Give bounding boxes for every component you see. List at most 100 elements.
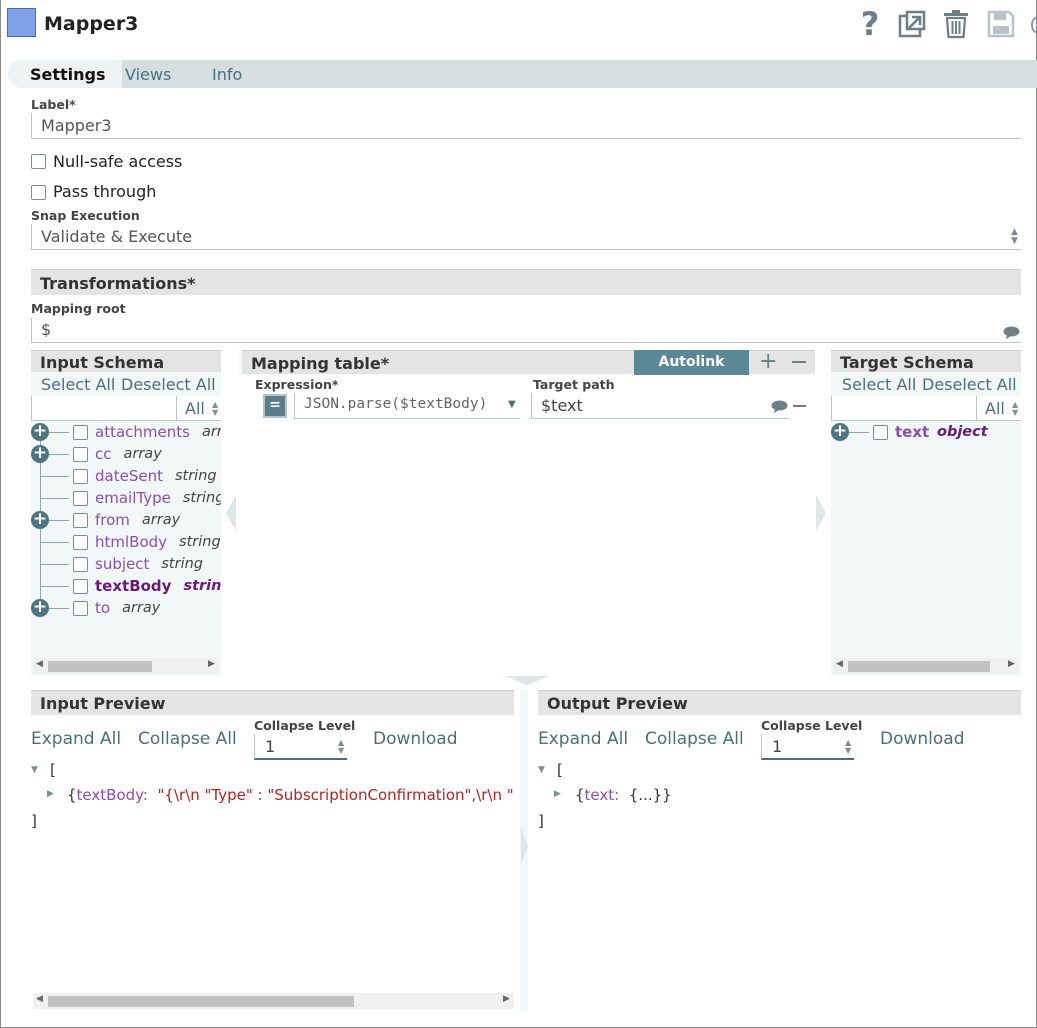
target-schema-search[interactable]: [831, 396, 976, 421]
schema-field-type: string: [174, 468, 217, 484]
remove-row-icon[interactable]: [792, 361, 806, 363]
input-deselect-all[interactable]: Deselect All: [121, 375, 216, 394]
field-checkbox[interactable]: [73, 513, 88, 528]
expression-toggle-button[interactable]: =: [263, 394, 287, 418]
splitter-right-icon[interactable]: [521, 828, 528, 864]
tab-views[interactable]: Views: [125, 60, 171, 88]
mapping-root-value: $: [41, 320, 52, 339]
input-filter-value: All: [185, 399, 205, 418]
input-schema-scrollbar[interactable]: ◀ ▶: [33, 658, 219, 674]
mapping-root-label: Mapping root: [31, 301, 126, 316]
input-schema-filter[interactable]: All ▲ ▼: [176, 396, 221, 421]
input-collapse-level-input[interactable]: 1 ▲ ▼: [254, 734, 347, 760]
input-schema-header: Input Schema: [31, 350, 221, 372]
stepper-icon[interactable]: ▲ ▼: [845, 739, 851, 755]
collapse-right-icon[interactable]: [816, 495, 826, 531]
input-preview-row: {textBody: "{\r\n "Type" : "Subscription…: [67, 786, 515, 804]
target-schema-scrollbar[interactable]: ◀ ▶: [833, 658, 1019, 674]
target-path-label: Target path: [533, 377, 615, 392]
field-checkbox[interactable]: [73, 557, 88, 572]
field-checkbox[interactable]: [73, 491, 88, 506]
output-download[interactable]: Download: [880, 729, 965, 749]
input-download[interactable]: Download: [373, 729, 458, 749]
collapse-triangle-icon[interactable]: ▼: [538, 765, 545, 775]
input-schema-search[interactable]: [31, 396, 176, 421]
input-collapse-all[interactable]: Collapse All: [138, 729, 237, 749]
expand-triangle-icon[interactable]: ▶: [554, 789, 561, 799]
schema-field-type: array: [122, 600, 161, 616]
schema-field-type: array: [123, 446, 162, 462]
expand-node-icon[interactable]: +: [31, 445, 49, 463]
field-checkbox[interactable]: [73, 469, 88, 484]
target-field-checkbox[interactable]: [873, 425, 888, 440]
schema-field-name[interactable]: from: [95, 511, 130, 529]
label-input[interactable]: [31, 113, 1021, 139]
output-row-key: text:: [584, 786, 620, 804]
schema-field-name[interactable]: htmlBody: [95, 533, 167, 551]
target-field-name[interactable]: text: [895, 423, 929, 441]
tab-info[interactable]: Info: [212, 60, 242, 88]
more-icon[interactable]: [1031, 17, 1037, 33]
schema-field-name[interactable]: subject: [95, 555, 149, 573]
pass-through-checkbox[interactable]: [31, 185, 46, 200]
target-select-all[interactable]: Select All: [842, 375, 916, 394]
input-expand-all[interactable]: Expand All: [31, 729, 121, 749]
schema-field-name[interactable]: attachments: [95, 423, 190, 441]
target-field-type: object: [937, 424, 988, 440]
input-select-all[interactable]: Select All: [41, 375, 115, 394]
schema-field-name[interactable]: emailType: [95, 489, 171, 507]
comment-icon[interactable]: [1003, 324, 1020, 343]
expression-input[interactable]: JSON.parse($textBody) ▼: [294, 393, 520, 419]
field-checkbox[interactable]: [73, 601, 88, 616]
expand-node-icon[interactable]: +: [31, 423, 49, 441]
output-collapse-level-value: 1: [772, 737, 783, 756]
schema-field-type: string: [183, 578, 221, 594]
input-open-bracket: [: [50, 761, 56, 779]
field-checkbox[interactable]: [73, 579, 88, 594]
save-icon[interactable]: [984, 6, 1018, 42]
collapse-triangle-icon[interactable]: ▼: [31, 765, 38, 775]
schema-field-name[interactable]: textBody: [95, 577, 171, 595]
target-comment-icon[interactable]: [771, 398, 788, 417]
expand-node-icon[interactable]: +: [831, 423, 849, 441]
null-safe-checkbox[interactable]: [31, 154, 46, 169]
expand-node-icon[interactable]: +: [31, 511, 49, 529]
null-safe-label: Null-safe access: [53, 152, 183, 171]
input-row-key: textBody:: [76, 786, 148, 804]
expand-node-icon[interactable]: +: [31, 599, 49, 617]
target-schema-filter[interactable]: All ▲ ▼: [976, 396, 1021, 421]
expression-label: Expression*: [255, 377, 339, 392]
snap-execution-value: Validate & Execute: [41, 227, 193, 246]
input-preview-scrollbar[interactable]: ◀ ▶: [33, 993, 514, 1009]
mapping-root-input[interactable]: [31, 318, 1021, 343]
remove-mapping-icon[interactable]: [793, 405, 806, 407]
tab-settings[interactable]: Settings: [8, 60, 122, 88]
input-close-bracket: ]: [31, 812, 37, 830]
splitter-down-icon[interactable]: [505, 676, 549, 685]
add-row-icon[interactable]: +: [759, 350, 777, 374]
export-icon[interactable]: [895, 6, 929, 42]
help-icon[interactable]: ?: [853, 6, 887, 42]
expand-triangle-icon[interactable]: ▶: [47, 789, 54, 799]
output-collapse-all[interactable]: Collapse All: [645, 729, 744, 749]
field-checkbox[interactable]: [73, 425, 88, 440]
schema-field-name[interactable]: dateSent: [95, 467, 163, 485]
field-checkbox[interactable]: [73, 447, 88, 462]
stepper-icon[interactable]: ▲ ▼: [338, 739, 344, 755]
collapse-left-icon[interactable]: [226, 495, 236, 531]
schema-field-name[interactable]: to: [95, 599, 110, 617]
expression-dropdown-icon[interactable]: ▼: [508, 399, 516, 410]
target-deselect-all[interactable]: Deselect All: [922, 375, 1017, 394]
delete-icon[interactable]: [939, 6, 973, 42]
output-collapse-level-input[interactable]: 1 ▲ ▼: [761, 734, 854, 760]
output-row-value[interactable]: {...}}: [629, 786, 672, 804]
schema-field-name[interactable]: cc: [95, 445, 112, 463]
input-preview-header: Input Preview: [31, 690, 514, 715]
field-checkbox[interactable]: [73, 535, 88, 550]
schema-field-type: string: [179, 534, 221, 550]
input-collapse-level-label: Collapse Level: [254, 718, 356, 733]
output-expand-all[interactable]: Expand All: [538, 729, 628, 749]
autolink-button[interactable]: Autolink: [634, 350, 749, 375]
target-path-input[interactable]: $text: [531, 393, 789, 419]
filter-updown-icon: ▲ ▼: [1012, 400, 1019, 417]
